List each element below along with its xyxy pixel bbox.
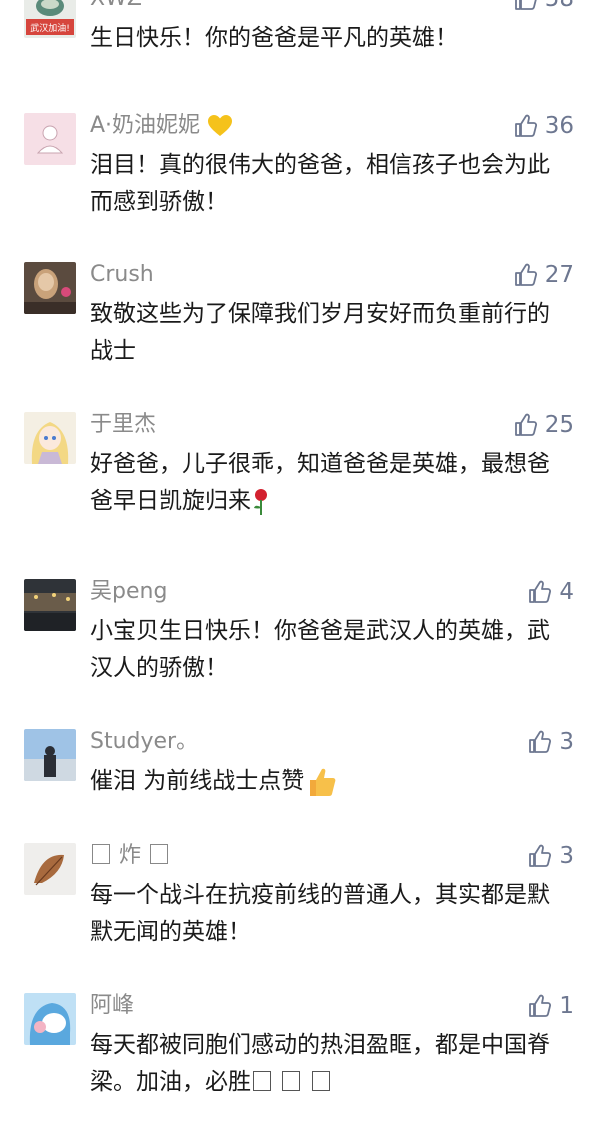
avatar-badge-text: 武汉加油! bbox=[30, 22, 70, 34]
comment-text: 每一个战斗在抗疫前线的普通人，其实都是默默无闻的英雄！ bbox=[90, 882, 550, 945]
thumbs-up-icon bbox=[514, 413, 537, 436]
avatar[interactable] bbox=[24, 993, 76, 1045]
avatar[interactable] bbox=[24, 729, 76, 781]
yellow-heart-icon bbox=[208, 115, 233, 136]
unrendered-glyph bbox=[282, 1071, 301, 1091]
avatar[interactable] bbox=[24, 579, 76, 631]
thumbs-up-icon bbox=[529, 730, 552, 753]
unrendered-glyph bbox=[150, 844, 169, 864]
thumbs-up-icon bbox=[514, 263, 537, 286]
commenter-name[interactable]: A·奶油妮妮 bbox=[90, 113, 233, 139]
like-count: 27 bbox=[544, 262, 574, 288]
thumbs-up-icon bbox=[514, 0, 537, 10]
comment-text: 致敬这些为了保障我们岁月安好而负重前行的战士 bbox=[90, 301, 550, 364]
rose-icon bbox=[254, 488, 267, 515]
like-button[interactable]: 3 bbox=[527, 729, 574, 755]
thumbs-up-icon bbox=[529, 844, 552, 867]
like-button[interactable]: 3 bbox=[527, 843, 574, 869]
like-button[interactable]: 4 bbox=[527, 579, 574, 605]
thumbs-up-icon bbox=[514, 114, 537, 137]
commenter-name[interactable]: XWZ bbox=[90, 0, 142, 12]
like-button[interactable]: 36 bbox=[513, 113, 574, 139]
like-count: 4 bbox=[559, 579, 574, 605]
like-button[interactable]: 1 bbox=[527, 993, 574, 1019]
commenter-name[interactable]: Crush bbox=[90, 262, 154, 288]
commenter-name[interactable]: Studyer。 bbox=[90, 729, 198, 755]
comment-text: 每天都被同胞们感动的热泪盈眶，都是中国脊梁。加油，必胜 bbox=[90, 1027, 560, 1101]
avatar[interactable]: 武汉加油! bbox=[24, 0, 76, 38]
thumbs-up-icon bbox=[529, 994, 552, 1017]
like-count: 36 bbox=[544, 113, 574, 139]
comment-text: 泪目！真的很伟大的爸爸，相信孩子也会为此而感到骄傲！ bbox=[90, 152, 550, 215]
thumbs-up-emoji-icon bbox=[310, 768, 336, 796]
commenter-name[interactable]: 炸 bbox=[90, 843, 170, 869]
avatar[interactable] bbox=[24, 262, 76, 314]
unrendered-glyph bbox=[92, 844, 110, 864]
commenter-name[interactable]: 吴peng bbox=[90, 579, 167, 605]
commenter-name-text: 炸 bbox=[119, 843, 142, 868]
like-count: 58 bbox=[545, 0, 574, 12]
like-button[interactable]: 25 bbox=[513, 412, 574, 438]
avatar[interactable] bbox=[24, 113, 76, 165]
like-button[interactable]: 27 bbox=[513, 262, 574, 288]
comment-text: 小宝贝生日快乐！你爸爸是武汉人的英雄，武汉人的骄傲！ bbox=[90, 618, 550, 681]
like-count: 3 bbox=[559, 729, 574, 755]
like-count: 25 bbox=[544, 412, 574, 438]
unrendered-glyph bbox=[253, 1071, 271, 1091]
like-count: 1 bbox=[559, 993, 574, 1019]
commenter-name[interactable]: 阿峰 bbox=[90, 993, 134, 1019]
comment-text: 催泪 为前线战士点赞 bbox=[90, 763, 560, 800]
thumbs-up-icon bbox=[529, 580, 552, 603]
avatar[interactable] bbox=[24, 412, 76, 464]
comment-text: 生日快乐！你的爸爸是平凡的英雄！ bbox=[90, 25, 458, 51]
comment-text-content: 好爸爸，儿子很乖，知道爸爸是英雄，最想爸爸早日凯旋归来 bbox=[90, 451, 550, 514]
comment-text-content: 催泪 为前线战士点赞 bbox=[90, 768, 305, 794]
unrendered-glyph bbox=[311, 1071, 330, 1091]
comment-text: 好爸爸，儿子很乖，知道爸爸是英雄，最想爸爸早日凯旋归来 bbox=[90, 446, 560, 520]
commenter-name[interactable]: 于里杰 bbox=[90, 412, 156, 438]
commenter-name-text: A·奶油妮妮 bbox=[90, 113, 201, 138]
like-count: 3 bbox=[559, 843, 574, 869]
avatar[interactable] bbox=[24, 843, 76, 895]
like-button[interactable]: 58 bbox=[513, 0, 574, 12]
